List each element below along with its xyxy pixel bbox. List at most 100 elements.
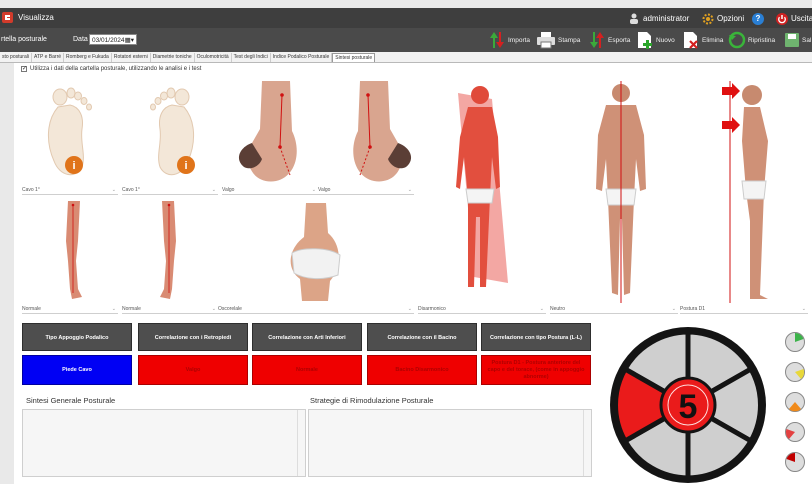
- use-data-label: Utilizza i dati della cartella posturale…: [30, 66, 202, 72]
- status-red-icon[interactable]: [784, 421, 806, 443]
- tipo-appoggio-podalico-button[interactable]: Tipo Appoggio Podalico: [22, 323, 132, 351]
- tab-rotatori-esterni[interactable]: Rotatori esterni: [112, 53, 151, 62]
- result-valgo[interactable]: Valgo: [138, 355, 248, 385]
- strategie-rimodulazione-heading: Strategie di Rimodulazione Posturale: [310, 396, 434, 405]
- import-button[interactable]: Importa: [488, 30, 530, 50]
- right-heel-dropdown[interactable]: Valgo ⌄: [318, 187, 414, 195]
- chevron-down-icon: ⌄: [111, 187, 116, 193]
- tab-atp-barre[interactable]: ATP e Barré: [32, 53, 65, 62]
- printer-icon: [537, 32, 555, 49]
- delete-label: Elimina: [702, 36, 724, 44]
- status-yellow-icon[interactable]: [784, 361, 806, 383]
- scrollbar[interactable]: [297, 410, 305, 476]
- svg-text:i: i: [72, 160, 75, 172]
- gear-icon: [702, 13, 714, 24]
- left-foot-type-dropdown[interactable]: Cavo 1° ⌄: [22, 187, 118, 195]
- scrollbar[interactable]: [583, 410, 591, 476]
- restore-label: Ripristina: [748, 36, 776, 44]
- chevron-down-icon: ⌄: [671, 306, 676, 312]
- result-bacino-disarmonico[interactable]: Bacino Disarmonico: [367, 355, 477, 385]
- result-piede-cavo[interactable]: Piede Cavo: [22, 355, 132, 385]
- import-arrows-icon: [490, 32, 504, 48]
- neutral-dropdown[interactable]: Neutro ⌄: [550, 306, 678, 314]
- result-postura-d1[interactable]: Postura D1 - Postura anteriore del capo …: [481, 355, 591, 385]
- pelvis-side-image: [290, 203, 341, 301]
- options-button[interactable]: Opzioni: [702, 12, 744, 25]
- print-button[interactable]: Stampa: [536, 30, 580, 50]
- save-button[interactable]: Sal: [784, 30, 811, 50]
- right-leg-value: Normale: [122, 306, 141, 312]
- date-label: Data: [73, 36, 88, 43]
- user-name: administrator: [643, 14, 690, 23]
- correlazione-retropiedi-button[interactable]: Correlazione con i Retropiedi: [138, 323, 248, 351]
- restore-icon: [728, 31, 746, 49]
- right-heel-image: [353, 81, 412, 182]
- toolbar: rtella posturale Data 03/01/2024 ▦▾ Impo…: [0, 28, 812, 52]
- posture-type-value: Postura D1: [680, 306, 706, 312]
- import-label: Importa: [508, 36, 531, 44]
- new-label: Nuovo: [656, 36, 675, 44]
- exit-button[interactable]: Uscita: [776, 12, 812, 25]
- correlazione-bacino-button[interactable]: Correlazione con il Bacino: [367, 323, 477, 351]
- left-heel-image: [238, 81, 297, 182]
- body-side-image: [722, 81, 768, 303]
- checkbox-check-icon: ✓: [21, 66, 28, 72]
- user-menu[interactable]: administrator: [628, 12, 689, 25]
- correlazione-tipo-postura-button[interactable]: Correlazione con tipo Postura (L-L): [481, 323, 591, 351]
- posture-type-dropdown[interactable]: Postura D1 ⌄: [680, 306, 808, 314]
- tab-sintesi-posturale[interactable]: Sintesi posturale: [332, 53, 376, 62]
- user-icon: [630, 13, 638, 24]
- chevron-down-icon: ⌄: [407, 306, 412, 312]
- new-button[interactable]: Nuovo: [636, 30, 675, 50]
- options-label: Opzioni: [717, 14, 745, 23]
- pelvis-dropdown[interactable]: Oscorelale ⌄: [218, 306, 414, 314]
- score-value: 5: [679, 388, 698, 426]
- tab-test-indici[interactable]: Test degli Indici: [232, 53, 271, 62]
- right-heel-value: Valgo: [318, 187, 331, 193]
- left-footprint-image: i: [48, 87, 92, 176]
- sintesi-generale-textarea[interactable]: [22, 409, 306, 477]
- neutral-value: Neutro: [550, 306, 566, 312]
- status-orange-icon[interactable]: [784, 391, 806, 413]
- save-icon: [785, 33, 799, 47]
- harmony-dropdown[interactable]: Disarmonico ⌄: [418, 306, 546, 314]
- right-leg-dropdown[interactable]: Normale ⌄: [122, 306, 218, 314]
- body-front-highlight-image: [456, 86, 508, 287]
- use-data-checkbox[interactable]: ✓ Utilizza i dati della cartella postura…: [21, 66, 201, 72]
- main-panel: ✓ Utilizza i dati della cartella postura…: [14, 63, 812, 484]
- delete-button[interactable]: Elimina: [682, 30, 723, 50]
- strategie-rimodulazione-textarea[interactable]: [308, 409, 592, 477]
- delete-document-icon: [684, 32, 698, 49]
- restore-button[interactable]: Ripristina: [728, 30, 775, 50]
- status-green-icon[interactable]: [784, 331, 806, 353]
- left-leg-dropdown[interactable]: Normale ⌄: [22, 306, 118, 314]
- calendar-icon: ▦▾: [124, 37, 134, 44]
- new-document-icon: [638, 32, 652, 49]
- result-normale[interactable]: Normale: [252, 355, 362, 385]
- chevron-down-icon: ⌄: [539, 306, 544, 312]
- help-icon: ?: [752, 12, 764, 25]
- date-field[interactable]: 03/01/2024 ▦▾: [89, 34, 137, 45]
- tab-diametrie-toniche[interactable]: Diametrie toniche: [151, 53, 195, 62]
- left-leg-value: Normale: [22, 306, 41, 312]
- tab-romberg-fukuda[interactable]: Romberg e Fukuda: [64, 53, 112, 62]
- date-value: 03/01/2024: [92, 37, 125, 44]
- exit-label: Uscita: [791, 14, 812, 23]
- harmony-value: Disarmonico: [418, 306, 446, 312]
- print-label: Stampa: [558, 36, 581, 44]
- chevron-down-icon: ⌄: [211, 306, 216, 312]
- help-button[interactable]: ?: [752, 12, 764, 25]
- tab-posturali[interactable]: sto posturali: [0, 53, 32, 62]
- tab-indice-podalico[interactable]: Indice Podalico Posturale: [271, 53, 333, 62]
- status-darkred-icon[interactable]: [784, 451, 806, 473]
- right-foot-type-dropdown[interactable]: Cavo 1° ⌄: [122, 187, 218, 195]
- correlazione-arti-inferiori-button[interactable]: Correlazione con Arti Inferiori: [252, 323, 362, 351]
- export-button[interactable]: Esporta: [588, 30, 630, 50]
- section-label: rtella posturale: [1, 36, 47, 43]
- save-label: Sal: [802, 36, 812, 44]
- chevron-down-icon: ⌄: [211, 187, 216, 193]
- tab-oculomotricita[interactable]: Oculomotricità: [195, 53, 232, 62]
- left-foot-type-value: Cavo 1°: [22, 187, 40, 193]
- left-heel-dropdown[interactable]: Valgo ⌄: [222, 187, 318, 195]
- export-label: Esporta: [608, 36, 631, 44]
